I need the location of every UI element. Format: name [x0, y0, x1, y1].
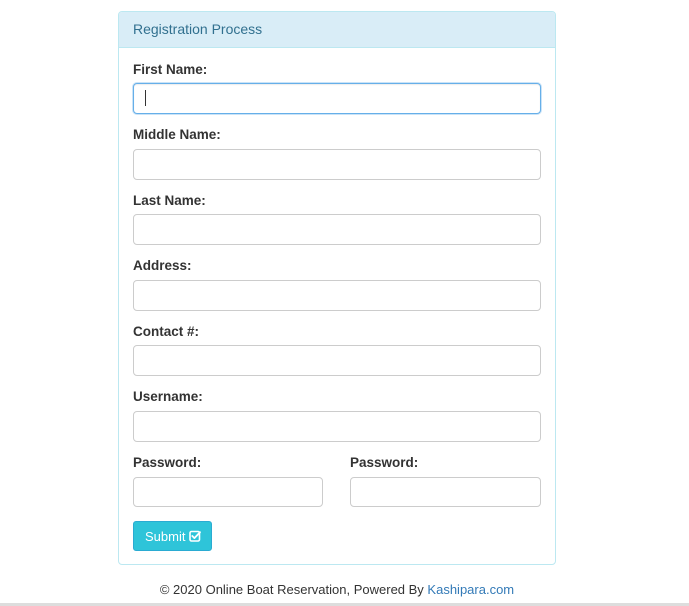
confirm-password-input[interactable] — [350, 477, 541, 507]
footer: © 2020 Online Boat Reservation, Powered … — [0, 582, 674, 597]
password-input[interactable] — [133, 477, 323, 507]
footer-text: © 2020 Online Boat Reservation, Powered … — [159, 582, 428, 597]
text-cursor — [145, 90, 146, 106]
password-label: Password: — [133, 455, 202, 470]
footer-link[interactable]: Kashipara.com — [427, 582, 514, 597]
username-input[interactable] — [133, 411, 541, 442]
check-square-icon — [189, 530, 202, 542]
submit-button[interactable]: Submit — [133, 521, 212, 551]
username-label: Username: — [133, 389, 203, 404]
address-label: Address: — [133, 258, 192, 273]
submit-button-label: Submit — [145, 528, 186, 544]
registration-panel: Registration Process First Name: Middle … — [118, 11, 556, 565]
contact-label: Contact #: — [133, 324, 200, 339]
first-name-label: First Name: — [133, 62, 208, 77]
panel-title: Registration Process — [133, 21, 263, 37]
confirm-password-label: Password: — [350, 455, 419, 470]
contact-input[interactable] — [133, 345, 541, 376]
middle-name-input[interactable] — [133, 149, 541, 180]
last-name-input[interactable] — [133, 214, 541, 245]
last-name-label: Last Name: — [133, 193, 206, 208]
address-input[interactable] — [133, 280, 541, 311]
first-name-input[interactable] — [133, 83, 541, 114]
middle-name-label: Middle Name: — [133, 127, 221, 142]
panel-heading: Registration Process — [119, 12, 555, 48]
